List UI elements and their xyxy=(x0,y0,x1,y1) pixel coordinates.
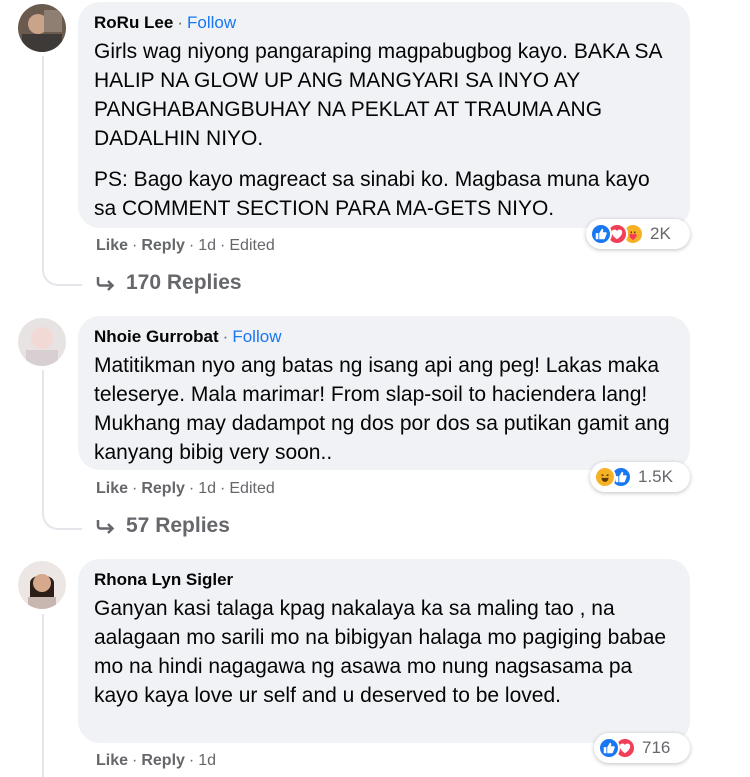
reply-arrow-icon xyxy=(96,277,115,291)
reply-arrow-icon xyxy=(96,520,115,534)
comment-text: Matitikman nyo ang batas ng isang api an… xyxy=(94,354,670,464)
comment-bubble: Nhoie Gurrobat · Follow Matitikman nyo ang… xyxy=(78,316,690,470)
reply-button[interactable]: Reply xyxy=(141,752,185,769)
avatar[interactable] xyxy=(18,318,66,366)
reaction-count: 2K xyxy=(650,224,671,243)
avatar[interactable] xyxy=(18,561,66,609)
author-name[interactable]: Rhona Lyn Sigler xyxy=(94,570,233,589)
reaction-summary[interactable]: 716 xyxy=(594,733,690,763)
reaction-summary[interactable]: 1.5K xyxy=(590,462,690,492)
comment-bubble: RoRu Lee · Follow Girls wag niyong pangara… xyxy=(78,2,690,228)
thread-line xyxy=(42,56,82,286)
comment-actions: Like · Reply · 1d · Edited xyxy=(96,237,275,254)
author-line: Nhoie Gurrobat · Follow xyxy=(94,327,282,346)
thread-line xyxy=(42,370,82,530)
author-name[interactable]: RoRu Lee xyxy=(94,13,173,32)
edited-label[interactable]: Edited xyxy=(229,237,274,254)
avatar[interactable] xyxy=(18,4,66,52)
like-icon xyxy=(598,737,620,759)
timestamp[interactable]: 1d xyxy=(198,752,216,769)
comment-actions: Like · Reply · 1d · Edited xyxy=(96,480,275,497)
replies-count: 170 Replies xyxy=(126,271,242,294)
comment-bubble: Rhona Lyn Sigler Ganyan kasi talaga kpag… xyxy=(78,559,690,743)
author-line: Rhona Lyn Sigler xyxy=(94,569,674,591)
like-button[interactable]: Like xyxy=(96,480,128,497)
view-replies-button[interactable]: 57 Replies xyxy=(96,514,230,538)
comment-text: Girls wag niyong pangaraping magpabugbog… xyxy=(94,40,662,150)
reaction-summary[interactable]: 2K xyxy=(586,219,690,249)
comment-text: Ganyan kasi talaga kpag nakalaya ka sa m… xyxy=(94,597,667,707)
view-replies-button[interactable]: 170 Replies xyxy=(96,271,242,295)
reaction-count: 1.5K xyxy=(638,467,673,486)
timestamp[interactable]: 1d xyxy=(198,480,216,497)
reply-button[interactable]: Reply xyxy=(141,237,185,254)
thread-line xyxy=(42,614,44,777)
follow-button[interactable]: Follow xyxy=(187,13,236,32)
replies-count: 57 Replies xyxy=(126,514,230,537)
like-button[interactable]: Like xyxy=(96,237,128,254)
like-button[interactable]: Like xyxy=(96,752,128,769)
author-name[interactable]: Nhoie Gurrobat xyxy=(94,327,219,346)
author-line: RoRu Lee · Follow xyxy=(94,13,237,32)
follow-button[interactable]: Follow xyxy=(232,327,281,346)
reply-button[interactable]: Reply xyxy=(141,480,185,497)
timestamp[interactable]: 1d xyxy=(198,237,216,254)
comment-text: PS: Bago kayo magreact sa sinabi ko. Mag… xyxy=(94,168,650,220)
reaction-count: 716 xyxy=(642,738,671,757)
comment-actions: Like · Reply · 1d xyxy=(96,752,217,769)
haha-icon xyxy=(594,466,616,488)
edited-label[interactable]: Edited xyxy=(229,480,274,497)
like-icon xyxy=(590,223,612,245)
